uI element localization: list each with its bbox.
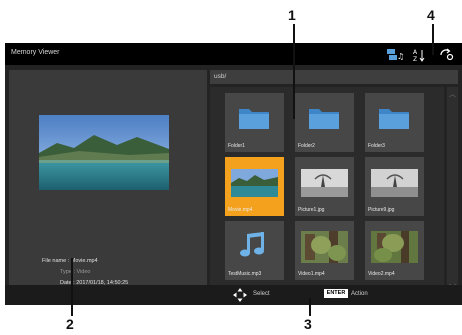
picture-thumbnail <box>301 169 348 197</box>
tile-picture9[interactable]: Picture9.jpg <box>365 157 424 216</box>
app-title: Memory Viewer <box>11 49 60 56</box>
callout-4: 4 <box>427 7 435 23</box>
folder-icon <box>239 109 269 129</box>
media-type-icon[interactable]: ♫ <box>386 47 404 61</box>
key-guide-bar: Select ENTER Action <box>5 285 462 305</box>
preview-thumbnail <box>39 115 169 190</box>
repeat-settings-icon[interactable] <box>438 47 454 61</box>
picture-thumbnail <box>371 169 418 197</box>
tile-label: Picture1.jpg <box>298 207 325 213</box>
tile-label: Video1.mp4 <box>298 271 325 277</box>
scrollbar[interactable]: ︿ ﹀ <box>447 87 458 296</box>
file-name-value: Movie.mp4 <box>70 258 98 264</box>
callout-2: 2 <box>66 316 74 332</box>
file-name-label: File name : <box>42 258 70 264</box>
callout-4-leader <box>432 24 434 55</box>
svg-text:A: A <box>413 49 418 56</box>
tile-label: TestMusic.mp3 <box>228 271 262 277</box>
callout-2-leader <box>71 258 73 316</box>
tile-video2[interactable]: Video2.mp4 <box>365 221 424 280</box>
folder-icon <box>309 109 339 129</box>
sort-icon[interactable]: A Z <box>412 47 428 63</box>
select-hint: Select <box>253 291 270 297</box>
tile-picture1[interactable]: Picture1.jpg <box>295 157 354 216</box>
current-path: usb/ <box>214 73 227 80</box>
tile-label: Movie.mp4 <box>228 207 253 213</box>
tile-video1[interactable]: Video1.mp4 <box>295 221 354 280</box>
video-thumbnail <box>371 231 418 263</box>
file-info-panel: File name : Movie.mp4 Type : Video Date … <box>9 70 207 296</box>
scroll-up-icon[interactable]: ︿ <box>449 91 456 98</box>
dpad-arrows-icon <box>233 288 247 302</box>
tile-label: Picture9.jpg <box>368 207 395 213</box>
tile-label: Folder3 <box>368 143 385 149</box>
callout-3-leader <box>309 298 311 316</box>
memory-viewer-screen: Memory Viewer ♫ A Z File name: Movie.mp… <box>5 43 462 305</box>
callout-3: 3 <box>304 316 312 332</box>
tile-label: Folder1 <box>228 143 245 149</box>
tile-testmusic[interactable]: TestMusic.mp3 <box>225 221 284 280</box>
tile-folder1[interactable]: Folder1 <box>225 93 284 152</box>
folder-icon <box>379 109 409 129</box>
tile-folder2[interactable]: Folder2 <box>295 93 354 152</box>
title-bar: Memory Viewer ♫ A Z <box>5 43 462 65</box>
video-thumbnail <box>231 169 278 197</box>
tile-label: Folder2 <box>298 143 315 149</box>
music-note-icon <box>240 232 264 257</box>
tile-movie-selected[interactable]: Movie.mp4 <box>225 157 284 216</box>
tile-folder3[interactable]: Folder3 <box>365 93 424 152</box>
callout-1: 1 <box>288 7 296 23</box>
type-value: Video <box>76 269 91 275</box>
svg-text:Z: Z <box>413 56 417 63</box>
type-label: Type : <box>60 269 75 275</box>
callout-1-leader <box>293 24 295 119</box>
file-grid: Folder1 Folder2 Folder3 Movie.mp4 Pictur… <box>210 87 444 296</box>
tile-label: Video2.mp4 <box>368 271 395 277</box>
path-bar: usb/ <box>210 70 458 84</box>
enter-key-badge: ENTER <box>324 289 348 298</box>
action-hint: Action <box>351 291 368 297</box>
video-thumbnail <box>301 231 348 263</box>
svg-text:♫: ♫ <box>397 52 404 61</box>
